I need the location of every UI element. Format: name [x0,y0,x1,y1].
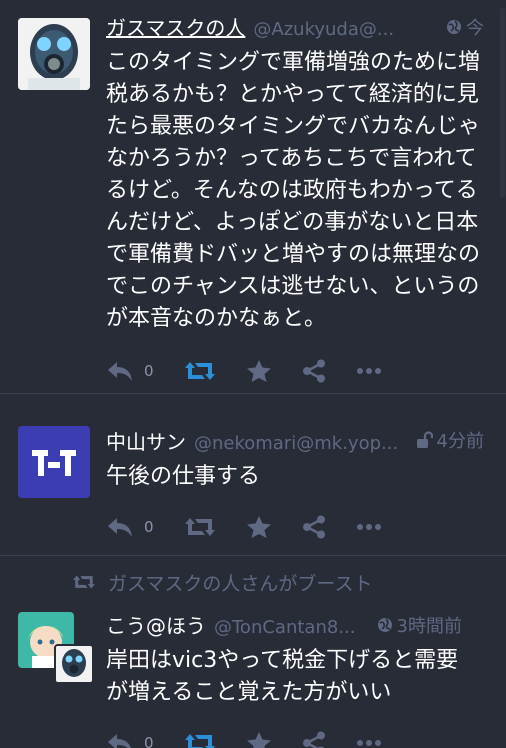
boost-prepend: ガスマスクの人さんがブースト [0,562,484,602]
star-icon [246,516,271,538]
star-icon [246,732,271,748]
display-name[interactable]: 中山サン [106,426,186,455]
boost-prepend-text[interactable]: ガスマスクの人さんがブースト [108,569,372,596]
reply-icon [108,518,132,537]
reply-count: 0 [144,518,154,536]
share-icon [302,731,325,748]
avatar-nakayama[interactable] [18,426,90,498]
display-name[interactable]: こう@ほう [106,610,206,639]
timestamp[interactable]: 3時間前 [397,612,462,638]
retweet-icon [184,362,215,380]
avatar-gasmask[interactable] [18,18,90,90]
timestamp[interactable]: 今 [466,14,484,40]
account-handle[interactable]: @nekomari@mk.yop... [194,433,409,454]
share-icon [302,359,325,383]
share-button[interactable] [302,515,326,539]
globe-icon [447,20,461,34]
retweet-icon [184,734,215,748]
retweet-icon [73,575,95,589]
boost-button[interactable] [184,732,216,748]
account-handle[interactable]: @Azukyuda@... [253,19,440,40]
share-button[interactable] [302,359,326,383]
display-name[interactable]: ガスマスクの人 [106,12,245,41]
retweet-icon [184,518,215,536]
reply-icon [108,362,132,381]
avatar-booster[interactable] [54,644,94,684]
more-button[interactable] [356,523,382,531]
more-button[interactable] [356,367,382,375]
status-3[interactable]: ガスマスクの人さんがブースト こう@ほう @TonCantan8... 3時間前… [0,556,506,748]
ellipsis-icon [356,368,381,374]
ellipsis-icon [356,524,381,530]
status-content: 午後の仕事する [106,464,261,489]
account-handle[interactable]: @TonCantan8... [214,617,371,638]
ellipsis-icon [356,740,381,746]
status-actions: 0 [106,507,484,547]
reply-button[interactable]: 0 [106,515,154,539]
timeline[interactable]: ガスマスクの人 @Azukyuda@... 今 このタイミングで軍備増強のために… [0,0,506,748]
share-icon [302,515,325,539]
favourite-button[interactable] [246,731,272,748]
reply-icon [108,734,131,748]
status-content: 岸田はvic3やって税金下げると需要が増えること覚えた方がいい [106,648,459,705]
status-content: このタイミングで軍備増強のために増税あるかも？とかやってて経済的に見たら最悪のタ… [106,50,481,331]
reply-count: 0 [144,734,154,748]
lock-open-icon [416,431,433,448]
globe-icon [377,618,392,632]
star-icon [246,360,271,382]
status-actions: 0 [106,723,484,748]
favourite-button[interactable] [246,359,272,383]
boost-button[interactable] [184,360,216,382]
reply-button[interactable]: 0 [106,731,154,748]
timestamp[interactable]: 4分前 [437,427,484,453]
boost-button[interactable] [184,516,216,538]
reply-count: 0 [144,362,154,380]
share-button[interactable] [302,731,326,748]
reply-button[interactable]: 0 [106,359,154,383]
status-1[interactable]: ガスマスクの人 @Azukyuda@... 今 このタイミングで軍備増強のために… [0,0,506,394]
status-2[interactable]: 中山サン @nekomari@mk.yop... 4分前 午後の仕事する 0 [0,408,506,556]
status-actions: 0 [106,351,484,391]
favourite-button[interactable] [246,515,272,539]
more-button[interactable] [356,739,382,747]
